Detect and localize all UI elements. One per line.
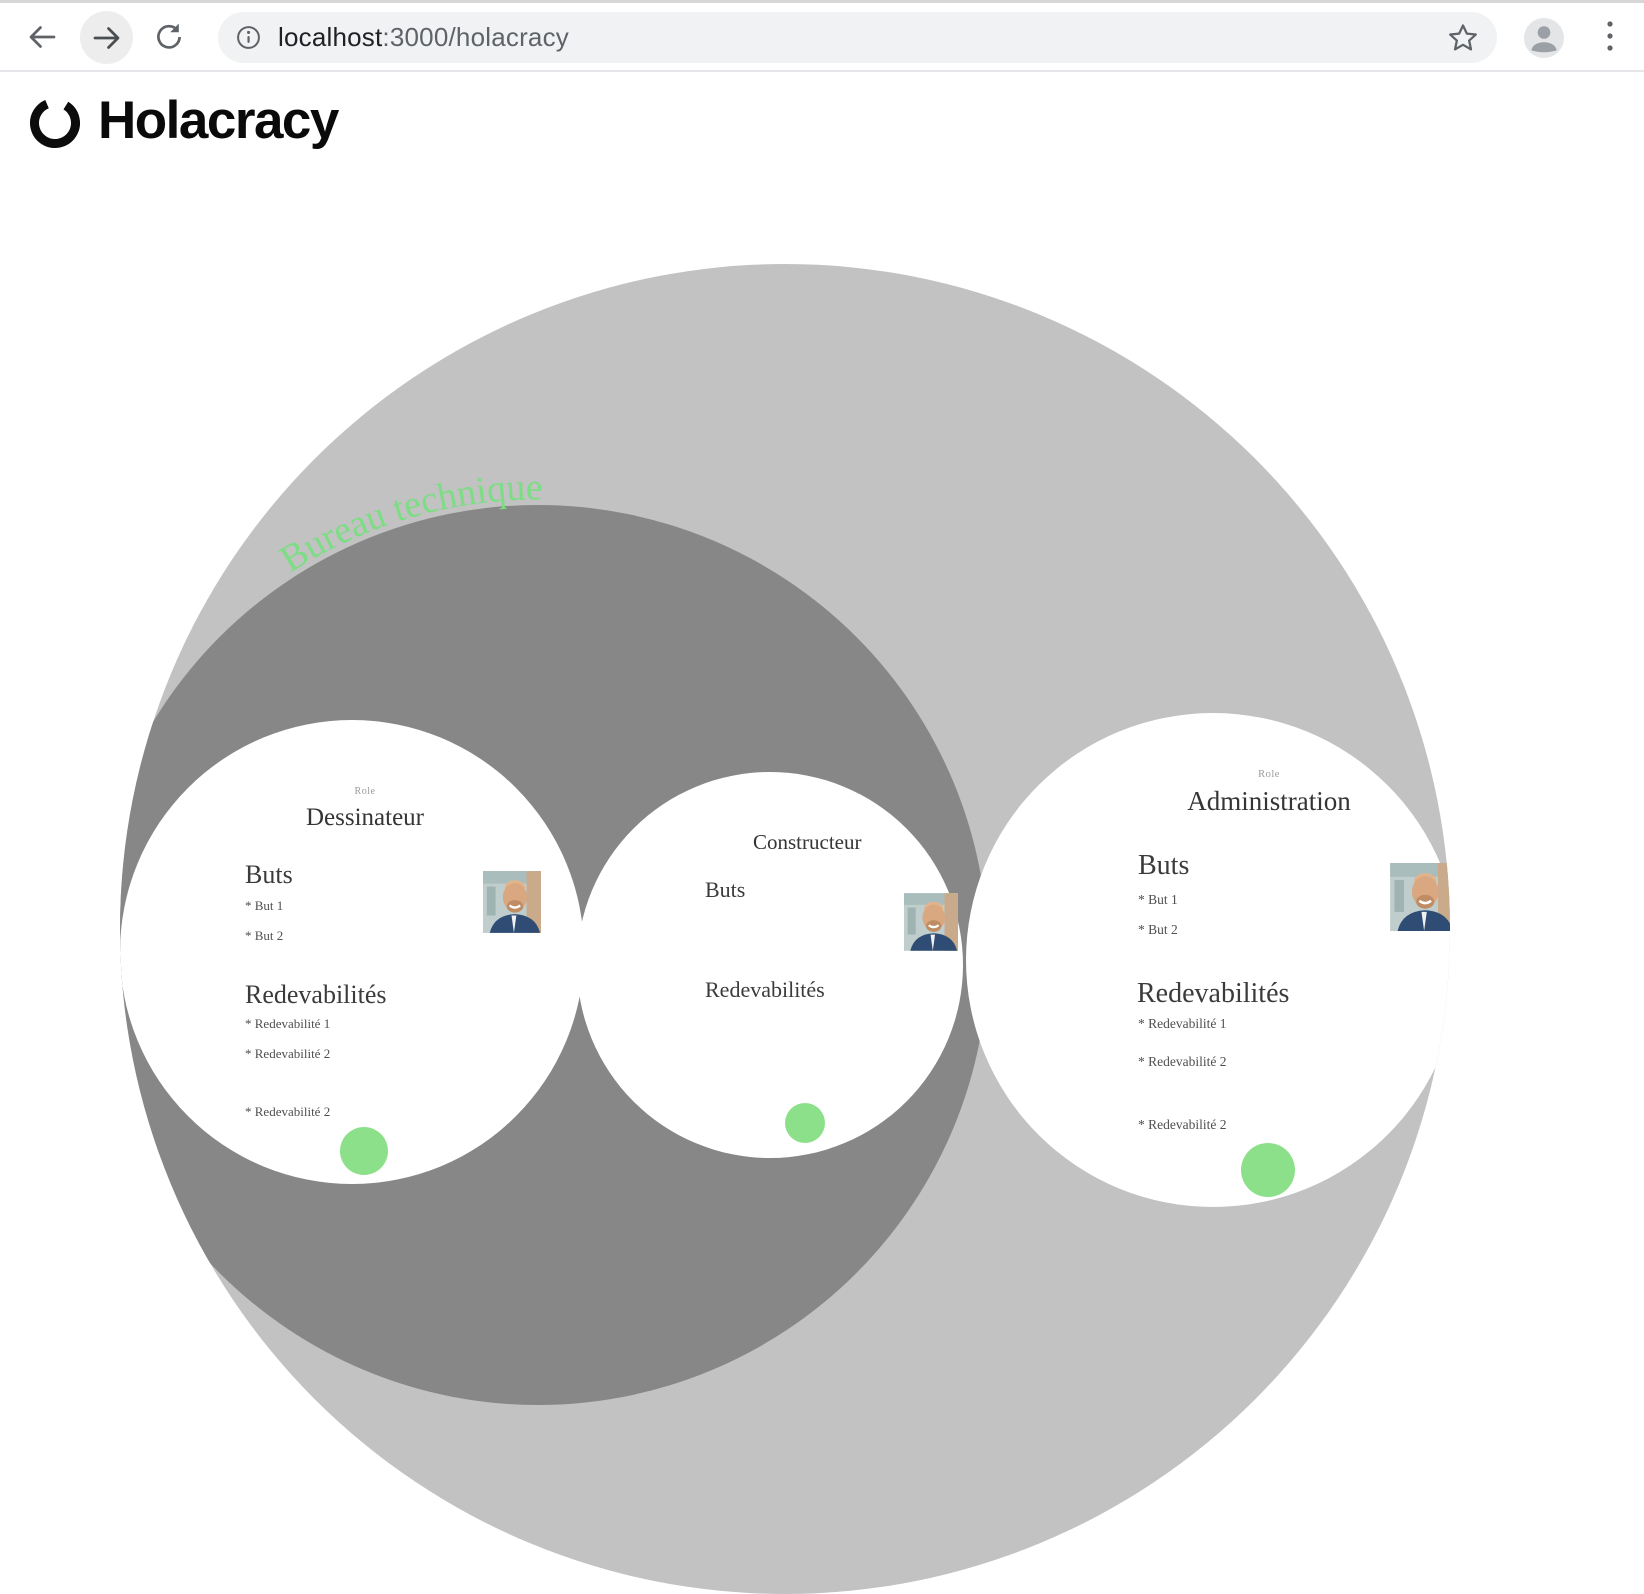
member-photo[interactable] [483,871,541,933]
role-circle-administration[interactable]: Role Administration Buts * But 1 * But 2 [966,713,1450,1207]
accountability-item: * Redevabilité 2 [245,1047,330,1061]
goal-item: * But 1 [245,899,283,913]
forward-button[interactable] [80,11,133,64]
kebab-menu-icon[interactable] [1603,15,1617,55]
member-dot[interactable] [785,1103,825,1143]
super-circle-bureau-technique[interactable]: Role Dessinateur Buts * But 1 * But 2 [120,264,1450,1594]
bookmark-star-icon[interactable] [1447,22,1479,54]
accountability-item: * Redevabilité 2 [1138,1055,1226,1070]
accountability-item: * Redevabilité 1 [245,1017,330,1031]
profile-avatar[interactable] [1524,18,1564,58]
goals-heading: Buts [245,861,293,890]
accountability-item: * Redevabilité 1 [1138,1017,1226,1032]
holacracy-page: Holacracy Role Dessinateur Buts * But 1 … [0,72,1644,1458]
goals-heading: Buts [1138,851,1189,882]
goals-heading: Buts [705,878,745,902]
back-button[interactable] [27,22,57,52]
url-path: :3000/holacracy [382,22,569,52]
goal-item: * But 2 [245,929,283,943]
org-chart: Role Dessinateur Buts * But 1 * But 2 [0,72,1644,1458]
address-bar[interactable]: localhost:3000/holacracy [218,12,1497,63]
window-top-strip [0,0,1644,3]
goal-item: * But 2 [1138,923,1178,938]
back-arrow-icon [27,22,57,52]
accountabilities-heading: Redevabilités [245,981,387,1010]
url-host: localhost [278,22,382,52]
role-circle-constructeur[interactable]: Constructeur Buts Redevabilités [577,772,963,1158]
browser-toolbar: localhost:3000/holacracy [0,0,1644,72]
reload-icon [154,22,184,52]
accountability-item: * Redevabilité 2 [245,1105,330,1119]
role-label: Role [133,786,597,797]
member-photo[interactable] [904,893,958,951]
accountability-item: * Redevabilité 2 [1138,1118,1226,1133]
url-text[interactable]: localhost:3000/holacracy [278,22,569,53]
reload-button[interactable] [154,22,184,52]
role-name: Administration [1022,787,1450,817]
accountabilities-heading: Redevabilités [705,978,825,1002]
role-name: Dessinateur [133,804,597,832]
info-icon[interactable] [236,25,261,50]
role-label: Role [1022,769,1450,781]
member-dot[interactable] [1241,1143,1295,1197]
member-photo[interactable] [1390,863,1450,931]
role-name: Constructeur [753,831,861,854]
goal-item: * But 1 [1138,893,1178,908]
forward-arrow-icon [92,23,122,53]
role-circle-dessinateur[interactable]: Role Dessinateur Buts * But 1 * But 2 [120,720,584,1184]
accountabilities-heading: Redevabilités [1137,979,1289,1010]
member-dot[interactable] [340,1127,388,1175]
